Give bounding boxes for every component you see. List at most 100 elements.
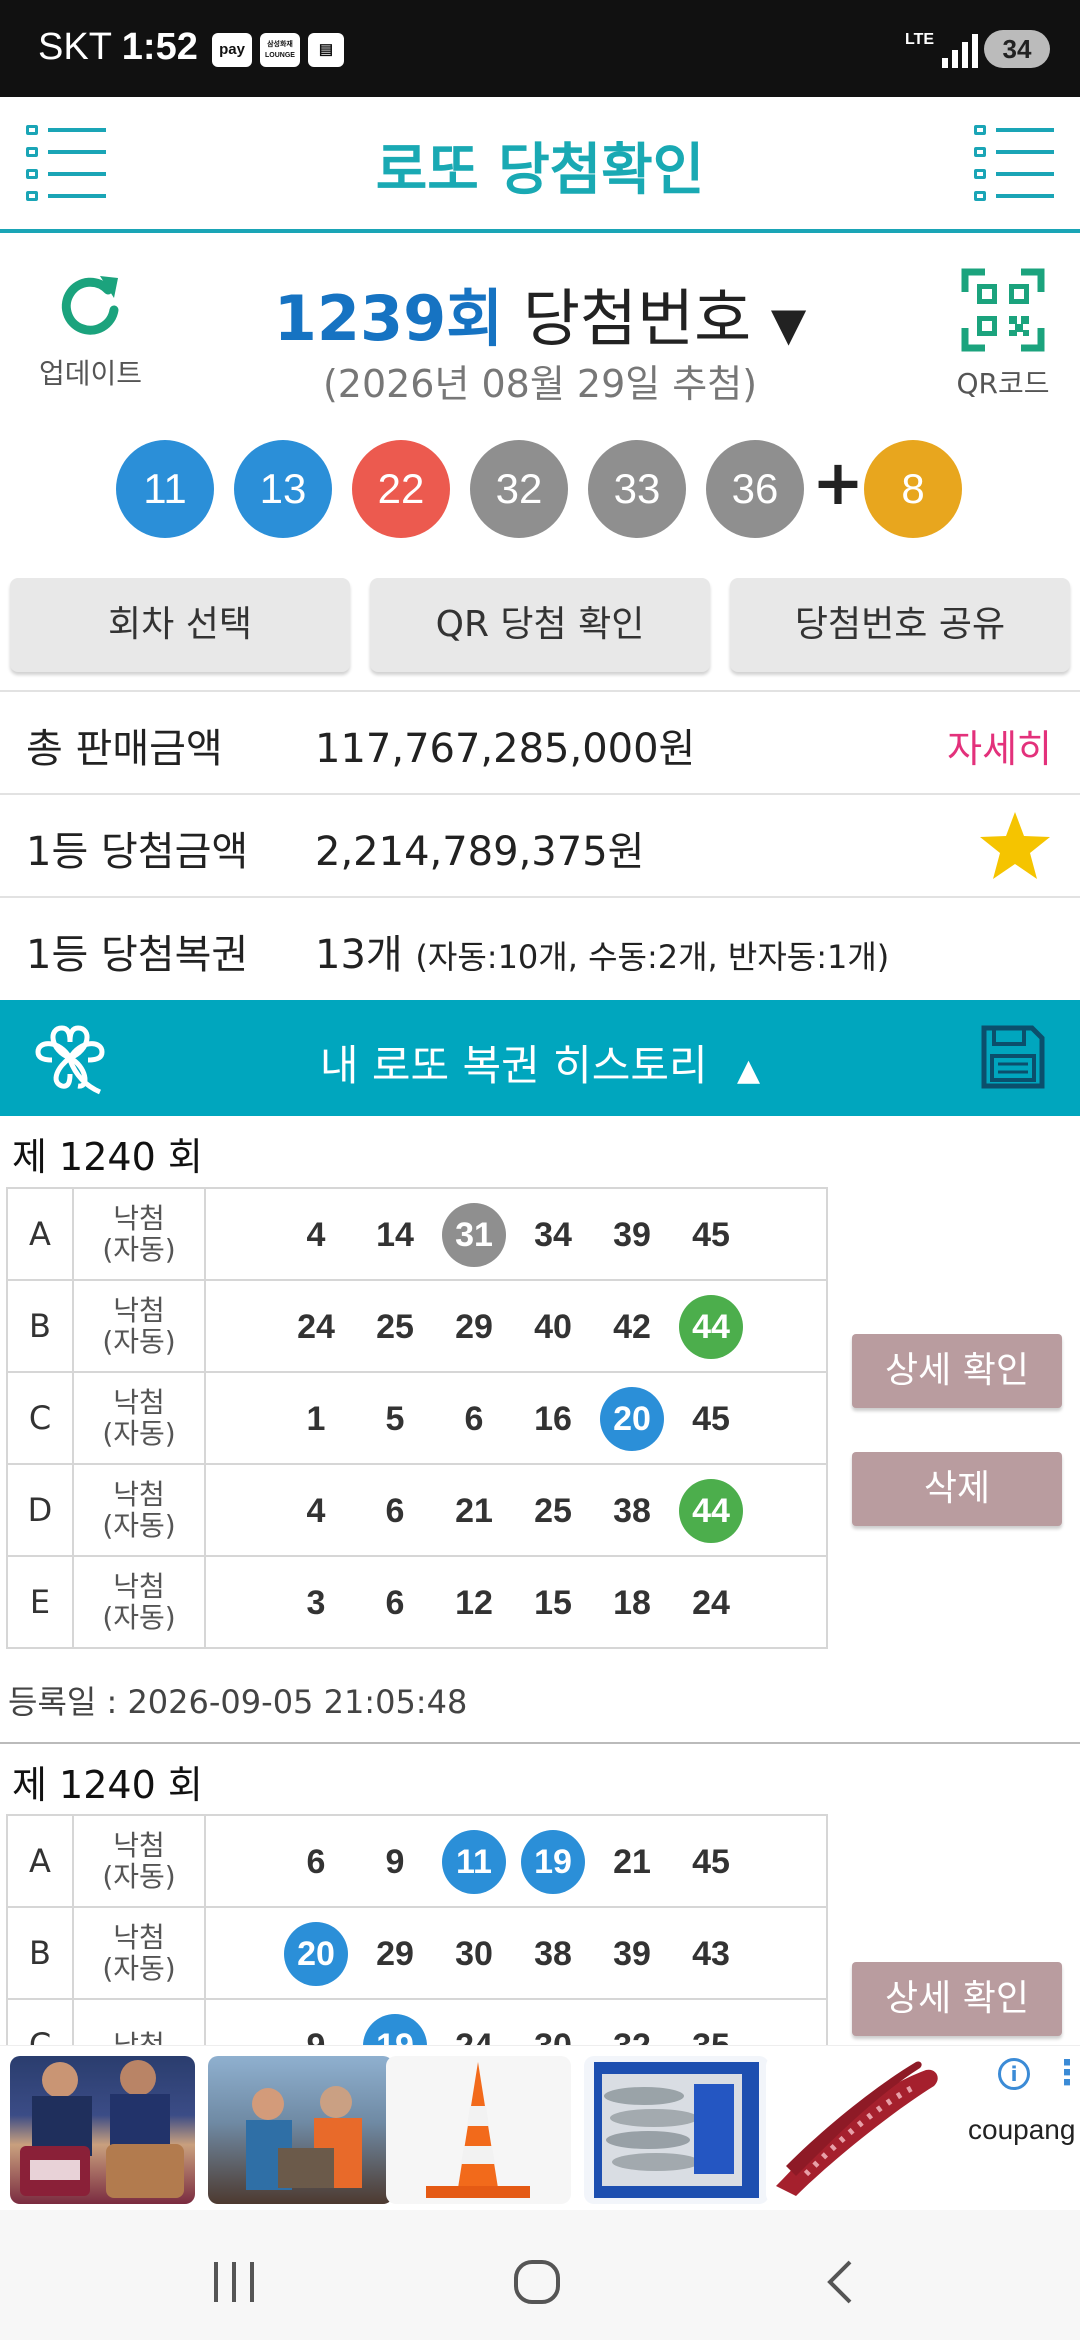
ticket-number: 24 [692,1584,730,1622]
winning-ball: 32 [470,440,568,538]
line-mode: (자동) [102,1601,176,1634]
matched-number: 31 [442,1203,506,1267]
matched-number: 20 [284,1922,348,1986]
more-vertical-icon[interactable]: ⋮ [1050,2056,1080,2090]
line-mode: (자동) [102,1952,176,1985]
ticket-number: 25 [534,1492,572,1530]
dropdown-arrow-icon: ▼ [770,297,807,351]
line-letter: E [6,1555,74,1649]
ad-product-image[interactable] [10,2056,195,2204]
winning-ball: 11 [116,440,214,538]
ticket-number: 43 [692,1935,730,1973]
ticket-number: 18 [613,1584,651,1622]
first-prize-row: 1등 당첨금액 2,214,789,375원 [0,793,1080,896]
back-icon[interactable] [822,2258,856,2306]
ticket-number: 35 [692,2027,730,2046]
qr-code-button[interactable]: QR코드 [948,268,1058,402]
status-bar: SKT 1:52 pay 삼성화재 LOUNGE ▤ LTE 34 [0,0,1080,97]
ticket-number: 9 [306,2027,326,2046]
ad-product-image[interactable] [208,2056,393,2204]
registered-date: 등록일 : 2026-09-05 21:05:48 [8,1683,468,1721]
ad-product-image[interactable] [584,2056,769,2204]
ticket-number: 21 [613,1843,651,1881]
history-banner[interactable]: 내 로또 복권 히스토리 ▲ [0,1000,1080,1116]
draw-date: (2026년 08월 29일 추첨) [322,362,758,406]
line-result-type: 낙첨 (자동) [72,1371,206,1465]
line-letter: A [6,1187,74,1281]
line-result-type: 낙첨 (자동) [72,1463,206,1557]
lounge-chip: 삼성화재 LOUNGE [260,33,300,67]
ticket-number: 45 [692,1400,730,1438]
delete-button[interactable]: 삭제 [852,1452,1062,1526]
line-result: 낙첨 [113,1294,165,1327]
line-numbers: 3 6 12 15 18 24 [204,1555,828,1649]
ticket-number: 45 [692,1843,730,1881]
detail-check-button[interactable]: 상세 확인 [852,1334,1062,1408]
ticket-line-row: A 낙첨 (자동) 6 9 11 19 21 45 [6,1814,828,1908]
ticket-line-row: C 낙첨 (자동) 1 5 6 16 20 45 [6,1371,828,1465]
line-numbers: 9 19 24 30 32 35 [204,1998,828,2046]
app-header: 로또 당첨확인 [0,97,1080,233]
select-round-button[interactable]: 회차 선택 [10,578,350,672]
ticket-number: 39 [613,1935,651,1973]
share-numbers-button[interactable]: 당첨번호 공유 [730,578,1070,672]
bonus-ball: 8 [864,440,962,538]
detail-check-button[interactable]: 상세 확인 [852,1962,1062,2036]
menu-list-icon-right[interactable] [974,125,1054,201]
first-winners-value: 13개 (자동:10개, 수동:2개, 반자동:1개) [315,922,889,980]
line-result-type: 낙첨 [72,1998,206,2046]
line-mode: (자동) [102,1233,176,1266]
matched-number: 44 [679,1479,743,1543]
ticket-number: 6 [385,1584,405,1622]
ad-product-image[interactable] [386,2056,571,2204]
first-winners-label: 1등 당첨복권 [26,932,249,978]
line-result: 낙첨 [113,1921,165,1954]
line-result-type: 낙첨 (자동) [72,1814,206,1908]
qr-code-icon [961,268,1045,352]
first-prize-label: 1등 당첨금액 [26,829,249,875]
winning-ball: 13 [234,440,332,538]
line-result: 낙첨 [113,1829,165,1862]
line-result: 낙첨 [113,1386,165,1419]
line-result-type: 낙첨 (자동) [72,1906,206,2000]
draw-round: 1239회 [273,282,504,355]
ticket-number: 34 [534,1216,572,1254]
star-icon[interactable] [978,810,1052,882]
first-winners-row: 1등 당첨복권 13개 (자동:10개, 수동:2개, 반자동:1개) [0,896,1080,1000]
line-letter: C [6,1371,74,1465]
ticket-number: 38 [534,1935,572,1973]
detail-link[interactable]: 자세히 [947,718,1052,773]
ad-banner[interactable]: i ⋮ coupang [0,2045,1080,2210]
page-title: 로또 당첨확인 [375,138,705,203]
save-icon[interactable] [980,1024,1046,1090]
info-icon[interactable]: i [998,2058,1030,2090]
signal-icon [942,32,982,68]
draw-round-selector[interactable]: 1239회 당첨번호 ▼ [0,268,1080,358]
line-result-type: 낙첨 (자동) [72,1187,206,1281]
matched-number: 11 [442,1830,506,1894]
ticket-number: 25 [376,1308,414,1346]
winning-ball: 36 [706,440,804,538]
line-result-type: 낙첨 (자동) [72,1555,206,1649]
line-letter: D [6,1463,74,1557]
system-nav-bar [0,2210,1080,2340]
ticket-line-row: A 낙첨 (자동) 4 14 31 34 39 45 [6,1187,828,1281]
matched-number: 19 [521,1830,585,1894]
winning-ball: 22 [352,440,450,538]
ticket-number: 14 [376,1216,414,1254]
ticket-table-clip: A 낙첨 (자동) 6 9 11 19 21 45 B 낙첨 (자동) 20 29 30 38 39 43 C 낙첨 9… [0,1814,840,2046]
ad-product-image[interactable] [766,2056,951,2204]
line-numbers: 20 29 30 38 39 43 [204,1906,828,2000]
qr-check-button[interactable]: QR 당첨 확인 [370,578,710,672]
line-result: 낙첨 [113,1478,165,1511]
total-sales-value: 117,767,285,000원 [315,726,696,772]
ticket-number: 24 [297,1308,335,1346]
ticket-number: 1 [306,1400,326,1438]
draw-title-text: 당첨번호 [523,282,752,355]
history-title: 내 로또 복권 히스토리 ▲ [0,1032,1080,1093]
collapse-arrow-icon: ▲ [737,1053,761,1088]
home-icon[interactable] [512,2258,562,2306]
line-numbers: 4 6 21 25 38 44 [204,1463,828,1557]
recents-icon[interactable] [212,2260,258,2304]
line-numbers: 6 9 11 19 21 45 [204,1814,828,1908]
